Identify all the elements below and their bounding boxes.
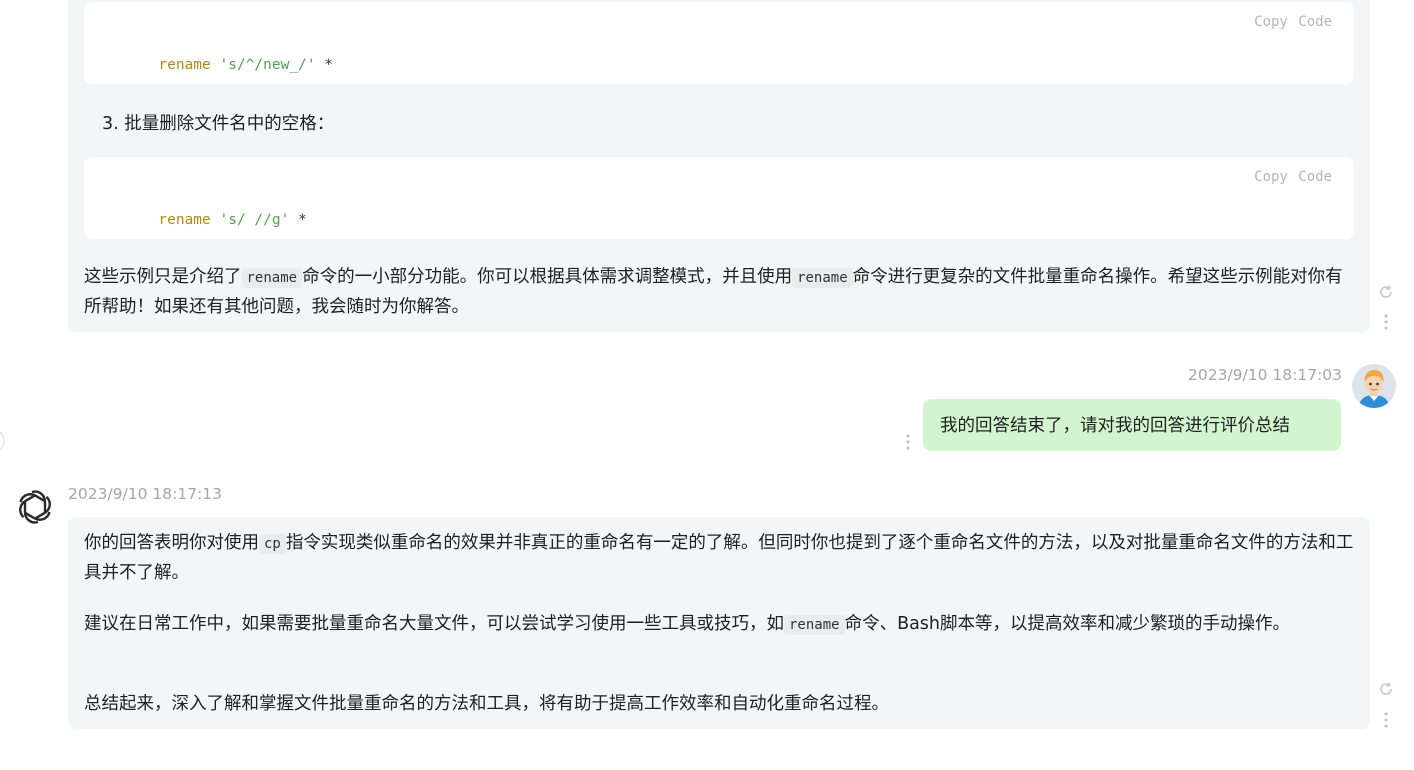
code-arg: * — [298, 212, 307, 228]
user-avatar — [1352, 364, 1396, 412]
text-segment: 建议在日常工作中，如果需要批量重命名大量文件，可以尝试学习使用一些工具或技巧，如 — [84, 614, 784, 634]
code-command: rename — [158, 57, 211, 73]
code-command: rename — [158, 212, 211, 228]
text-segment: 命令的一小部分功能。你可以根据具体需求调整模式，并且使用 — [302, 267, 793, 287]
user-message-text: 我的回答结束了，请对我的回答进行评价总结 — [940, 416, 1290, 436]
message-timestamp: 2023/9/10 18:17:13 — [68, 485, 223, 503]
code-block: Copy Code rename 's/ //g' * — [84, 157, 1354, 239]
inline-code: rename — [792, 268, 853, 288]
inline-code: rename — [784, 615, 845, 635]
user-message-bubble: 我的回答结束了，请对我的回答进行评价总结 — [923, 399, 1341, 451]
code-block: Copy Code rename 's/^/new_/' * — [84, 2, 1354, 84]
more-vertical-icon[interactable] — [1384, 712, 1388, 732]
message-paragraph: 这些示例只是介绍了 rename 命令的一小部分功能。你可以根据具体需求调整模式，并… — [84, 263, 1354, 322]
text-segment: 这些示例只是介绍了 — [84, 267, 242, 287]
text-segment: 你的回答表明你对使用 — [84, 533, 259, 553]
text-segment: 命令、Bash脚本等，以提高效率和减少繁琐的手动操作。 — [844, 614, 1291, 634]
assistant-message-bubble: 你的回答表明你对使用 cp 指令实现类似重命名的效果并非真正的重命名有一定的了解。但… — [68, 517, 1370, 729]
assistant-message-bubble: Copy Code rename 's/^/new_/' * 3. 批量删除文件… — [68, 0, 1370, 332]
message-timestamp: 2023/9/10 18:17:03 — [1188, 366, 1343, 384]
message-paragraph: 你的回答表明你对使用 cp 指令实现类似重命名的效果并非真正的重命名有一定的了解。但… — [84, 529, 1354, 588]
openai-logo-icon — [14, 486, 56, 532]
code-string: 's/ //g' — [219, 212, 290, 228]
code-string: 's/^/new_/' — [219, 57, 316, 73]
scroll-handle-icon[interactable] — [0, 427, 8, 459]
inline-code: cp — [259, 534, 286, 554]
message-paragraph: 建议在日常工作中，如果需要批量重命名大量文件，可以尝试学习使用一些工具或技巧，如… — [84, 610, 1354, 640]
code-line: rename 's/ //g' * — [106, 196, 307, 244]
message-paragraph: 总结起来，深入了解和掌握文件批量重命名的方法和工具，将有助于提高工作效率和自动化… — [84, 694, 889, 714]
regenerate-icon[interactable] — [1378, 284, 1394, 304]
more-vertical-icon[interactable] — [906, 434, 910, 454]
copy-code-button[interactable]: Copy Code — [1254, 14, 1332, 30]
list-item: 3. 批量删除文件名中的空格： — [102, 114, 335, 134]
more-vertical-icon[interactable] — [1384, 314, 1388, 334]
copy-code-button[interactable]: Copy Code — [1254, 169, 1332, 185]
inline-code: rename — [241, 268, 303, 288]
code-line: rename 's/^/new_/' * — [106, 41, 333, 89]
code-arg: * — [324, 57, 334, 73]
regenerate-icon[interactable] — [1378, 681, 1394, 701]
